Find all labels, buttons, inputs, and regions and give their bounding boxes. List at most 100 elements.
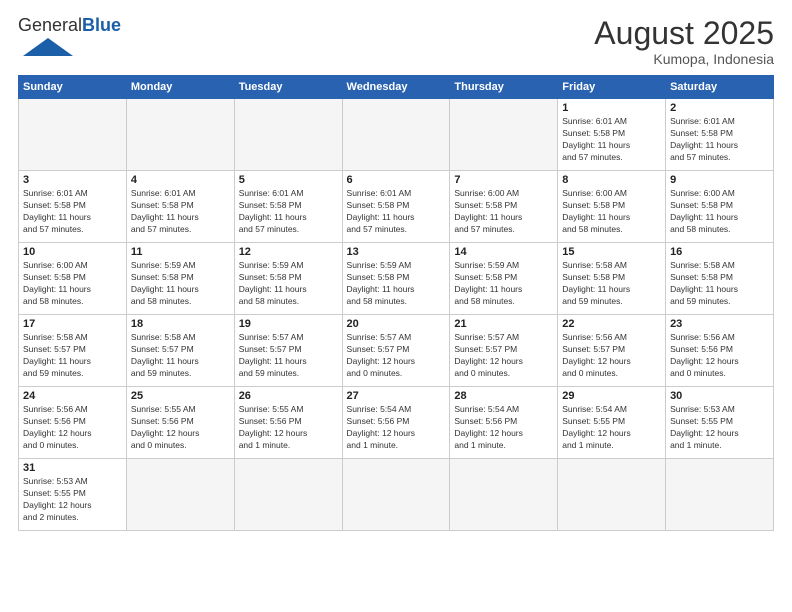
calendar-cell: 22 Sunrise: 5:56 AM Sunset: 5:57 PM Dayli… <box>558 315 666 387</box>
calendar-cell: 29Sunrise: 5:54 AM Sunset: 5:55 PM Dayli… <box>558 387 666 459</box>
calendar-week-row: 1Sunrise: 6:01 AM Sunset: 5:58 PM Daylig… <box>19 99 774 171</box>
calendar-cell: 27 Sunrise: 5:54 AM Sunset: 5:56 PM Dayli… <box>342 387 450 459</box>
title-area: August 2025 Kumopa, Indonesia <box>594 16 774 67</box>
calendar-cell: 11 Sunrise: 5:59 AM Sunset: 5:58 PM Dayli… <box>126 243 234 315</box>
day-number: 4 <box>131 174 230 186</box>
day-number: 27 <box>347 390 446 402</box>
calendar-cell: 19Sunrise: 5:57 AM Sunset: 5:57 PM Dayli… <box>234 315 342 387</box>
day-number: 1 <box>562 102 661 114</box>
calendar-cell <box>666 459 774 531</box>
calendar-cell: 26 Sunrise: 5:55 AM Sunset: 5:56 PM Dayli… <box>234 387 342 459</box>
calendar-cell: 2Sunrise: 6:01 AM Sunset: 5:58 PM Daylig… <box>666 99 774 171</box>
day-number: 25 <box>131 390 230 402</box>
day-number: 18 <box>131 318 230 330</box>
day-number: 26 <box>239 390 338 402</box>
calendar-week-row: 10Sunrise: 6:00 AM Sunset: 5:58 PM Dayli… <box>19 243 774 315</box>
day-info: Sunrise: 5:58 AM Sunset: 5:57 PM Dayligh… <box>23 332 122 380</box>
calendar-cell <box>234 459 342 531</box>
weekday-sunday: Sunday <box>19 76 127 99</box>
day-info: Sunrise: 5:59 AM Sunset: 5:58 PM Dayligh… <box>454 260 553 308</box>
day-number: 19 <box>239 318 338 330</box>
calendar-cell: 5 Sunrise: 6:01 AM Sunset: 5:58 PM Daylig… <box>234 171 342 243</box>
calendar-week-row: 17Sunrise: 5:58 AM Sunset: 5:57 PM Dayli… <box>19 315 774 387</box>
calendar-cell <box>126 99 234 171</box>
weekday-header-row: SundayMondayTuesdayWednesdayThursdayFrid… <box>19 76 774 99</box>
calendar-cell: 16 Sunrise: 5:58 AM Sunset: 5:58 PM Dayli… <box>666 243 774 315</box>
day-info: Sunrise: 6:01 AM Sunset: 5:58 PM Dayligh… <box>131 188 230 236</box>
calendar-cell: 8Sunrise: 6:00 AM Sunset: 5:58 PM Daylig… <box>558 171 666 243</box>
day-number: 20 <box>347 318 446 330</box>
day-number: 6 <box>347 174 446 186</box>
calendar-cell <box>342 99 450 171</box>
day-number: 16 <box>670 246 769 258</box>
day-number: 28 <box>454 390 553 402</box>
day-number: 5 <box>239 174 338 186</box>
calendar: SundayMondayTuesdayWednesdayThursdayFrid… <box>18 75 774 531</box>
day-number: 23 <box>670 318 769 330</box>
day-number: 3 <box>23 174 122 186</box>
calendar-cell: 14Sunrise: 5:59 AM Sunset: 5:58 PM Dayli… <box>450 243 558 315</box>
day-info: Sunrise: 5:53 AM Sunset: 5:55 PM Dayligh… <box>23 476 122 524</box>
calendar-week-row: 31 Sunrise: 5:53 AM Sunset: 5:55 PM Dayli… <box>19 459 774 531</box>
weekday-tuesday: Tuesday <box>234 76 342 99</box>
day-number: 7 <box>454 174 553 186</box>
day-number: 29 <box>562 390 661 402</box>
location: Kumopa, Indonesia <box>594 51 774 67</box>
day-info: Sunrise: 6:01 AM Sunset: 5:58 PM Dayligh… <box>347 188 446 236</box>
day-info: Sunrise: 5:59 AM Sunset: 5:58 PM Dayligh… <box>131 260 230 308</box>
calendar-cell: 3 Sunrise: 6:01 AM Sunset: 5:58 PM Daylig… <box>19 171 127 243</box>
calendar-cell <box>450 99 558 171</box>
calendar-cell <box>126 459 234 531</box>
day-number: 22 <box>562 318 661 330</box>
day-info: Sunrise: 6:01 AM Sunset: 5:58 PM Dayligh… <box>23 188 122 236</box>
calendar-cell: 28Sunrise: 5:54 AM Sunset: 5:56 PM Dayli… <box>450 387 558 459</box>
day-number: 24 <box>23 390 122 402</box>
calendar-cell: 24Sunrise: 5:56 AM Sunset: 5:56 PM Dayli… <box>19 387 127 459</box>
logo: GeneralBlue <box>18 16 121 63</box>
day-info: Sunrise: 6:00 AM Sunset: 5:58 PM Dayligh… <box>562 188 661 236</box>
weekday-saturday: Saturday <box>666 76 774 99</box>
day-info: Sunrise: 5:58 AM Sunset: 5:58 PM Dayligh… <box>670 260 769 308</box>
calendar-cell: 1Sunrise: 6:01 AM Sunset: 5:58 PM Daylig… <box>558 99 666 171</box>
day-info: Sunrise: 5:56 AM Sunset: 5:57 PM Dayligh… <box>562 332 661 380</box>
calendar-cell: 18 Sunrise: 5:58 AM Sunset: 5:57 PM Dayli… <box>126 315 234 387</box>
calendar-cell: 30Sunrise: 5:53 AM Sunset: 5:55 PM Dayli… <box>666 387 774 459</box>
day-number: 10 <box>23 246 122 258</box>
day-number: 11 <box>131 246 230 258</box>
day-number: 31 <box>23 462 122 474</box>
logo-icon <box>18 36 78 58</box>
calendar-cell: 13 Sunrise: 5:59 AM Sunset: 5:58 PM Dayli… <box>342 243 450 315</box>
day-number: 12 <box>239 246 338 258</box>
calendar-cell <box>342 459 450 531</box>
calendar-cell: 31 Sunrise: 5:53 AM Sunset: 5:55 PM Dayli… <box>19 459 127 531</box>
day-info: Sunrise: 5:54 AM Sunset: 5:56 PM Dayligh… <box>347 404 446 452</box>
day-info: Sunrise: 5:58 AM Sunset: 5:57 PM Dayligh… <box>131 332 230 380</box>
day-number: 9 <box>670 174 769 186</box>
day-info: Sunrise: 5:57 AM Sunset: 5:57 PM Dayligh… <box>454 332 553 380</box>
day-info: Sunrise: 5:56 AM Sunset: 5:56 PM Dayligh… <box>670 332 769 380</box>
calendar-cell: 12 Sunrise: 5:59 AM Sunset: 5:58 PM Dayli… <box>234 243 342 315</box>
calendar-week-row: 3 Sunrise: 6:01 AM Sunset: 5:58 PM Daylig… <box>19 171 774 243</box>
calendar-cell: 10Sunrise: 6:00 AM Sunset: 5:58 PM Dayli… <box>19 243 127 315</box>
day-number: 13 <box>347 246 446 258</box>
calendar-cell: 23 Sunrise: 5:56 AM Sunset: 5:56 PM Dayli… <box>666 315 774 387</box>
calendar-cell: 20Sunrise: 5:57 AM Sunset: 5:57 PM Dayli… <box>342 315 450 387</box>
day-info: Sunrise: 5:55 AM Sunset: 5:56 PM Dayligh… <box>239 404 338 452</box>
day-number: 21 <box>454 318 553 330</box>
calendar-cell <box>558 459 666 531</box>
day-info: Sunrise: 6:00 AM Sunset: 5:58 PM Dayligh… <box>670 188 769 236</box>
day-info: Sunrise: 5:58 AM Sunset: 5:58 PM Dayligh… <box>562 260 661 308</box>
day-info: Sunrise: 5:59 AM Sunset: 5:58 PM Dayligh… <box>239 260 338 308</box>
weekday-thursday: Thursday <box>450 76 558 99</box>
day-info: Sunrise: 6:01 AM Sunset: 5:58 PM Dayligh… <box>239 188 338 236</box>
weekday-wednesday: Wednesday <box>342 76 450 99</box>
logo-general: General <box>18 15 82 35</box>
day-number: 15 <box>562 246 661 258</box>
day-info: Sunrise: 5:53 AM Sunset: 5:55 PM Dayligh… <box>670 404 769 452</box>
calendar-cell: 7Sunrise: 6:00 AM Sunset: 5:58 PM Daylig… <box>450 171 558 243</box>
calendar-cell: 21 Sunrise: 5:57 AM Sunset: 5:57 PM Dayli… <box>450 315 558 387</box>
calendar-cell: 15 Sunrise: 5:58 AM Sunset: 5:58 PM Dayli… <box>558 243 666 315</box>
day-info: Sunrise: 5:55 AM Sunset: 5:56 PM Dayligh… <box>131 404 230 452</box>
day-info: Sunrise: 5:59 AM Sunset: 5:58 PM Dayligh… <box>347 260 446 308</box>
calendar-cell: 25 Sunrise: 5:55 AM Sunset: 5:56 PM Dayli… <box>126 387 234 459</box>
